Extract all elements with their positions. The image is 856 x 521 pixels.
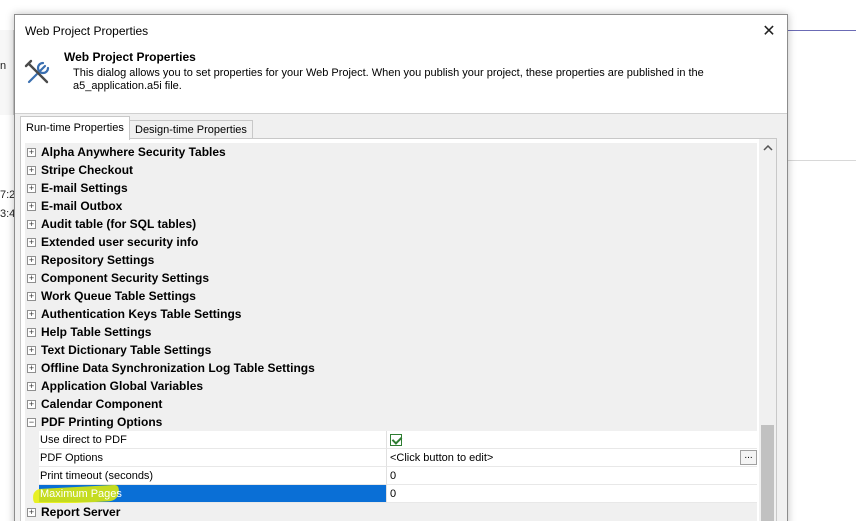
category-email-outbox[interactable]: + E-mail Outbox (25, 197, 757, 215)
grid-indent (25, 431, 39, 449)
property-print-timeout[interactable]: Print timeout (seconds) 0 (25, 467, 757, 485)
category-calendar-component[interactable]: + Calendar Component (25, 395, 757, 413)
category-help-table-settings[interactable]: + Help Table Settings (25, 323, 757, 341)
category-label: PDF Printing Options (41, 415, 163, 429)
scroll-up-button[interactable] (759, 139, 776, 156)
property-value (387, 431, 757, 449)
header-description: This dialog allows you to set properties… (73, 67, 704, 92)
category-label: Calendar Component (41, 397, 163, 411)
dialog-header: Web Project Properties This dialog allow… (15, 46, 787, 114)
print-timeout-value[interactable]: 0 (387, 467, 757, 485)
chevron-up-icon (762, 144, 773, 151)
category-label: Stripe Checkout (41, 163, 134, 177)
background-divider (787, 160, 856, 161)
maximum-pages-value[interactable]: 0 (387, 485, 757, 503)
scrollbar-thumb[interactable] (761, 425, 774, 521)
category-audit-table[interactable]: + Audit table (for SQL tables) (25, 215, 757, 233)
dialog-titlebar[interactable]: Web Project Properties ✕ (15, 15, 787, 46)
category-stripe-checkout[interactable]: + Stripe Checkout (25, 161, 757, 179)
category-authentication-keys-table-settings[interactable]: + Authentication Keys Table Settings (25, 305, 757, 323)
category-label: E-mail Outbox (41, 199, 123, 213)
category-label: Work Queue Table Settings (41, 289, 196, 303)
close-icon: ✕ (762, 22, 776, 40)
close-button[interactable]: ✕ (751, 15, 787, 46)
collapse-icon[interactable]: − (27, 417, 36, 427)
expand-icon[interactable]: + (27, 345, 36, 355)
category-label: Authentication Keys Table Settings (41, 307, 242, 321)
expand-icon[interactable]: + (27, 327, 36, 337)
background-left-panel (0, 30, 14, 115)
property-pdf-options[interactable]: PDF Options <Click button to edit>... (25, 449, 757, 467)
category-application-global-variables[interactable]: + Application Global Variables (25, 377, 757, 395)
category-label: Application Global Variables (41, 379, 204, 393)
use-direct-to-pdf-checkbox[interactable] (390, 434, 402, 446)
tab-run-time-properties[interactable]: Run-time Properties (20, 116, 130, 140)
property-use-direct-to-pdf[interactable]: Use direct to PDF (25, 431, 757, 449)
expand-icon[interactable]: + (27, 273, 36, 283)
category-email-settings[interactable]: + E-mail Settings (25, 179, 757, 197)
property-name: Maximum Pages (32, 484, 387, 506)
property-value: <Click button to edit>... (387, 449, 757, 467)
property-name: Use direct to PDF (39, 431, 387, 449)
category-alpha-anywhere-security-tables[interactable]: + Alpha Anywhere Security Tables (25, 143, 757, 161)
category-pdf-printing-options[interactable]: − PDF Printing Options (25, 413, 757, 431)
expand-icon[interactable]: + (27, 237, 36, 247)
pdf-options-value: <Click button to edit> (390, 452, 494, 464)
category-label: Offline Data Synchronization Log Table S… (41, 361, 315, 375)
vertical-scrollbar[interactable] (759, 139, 776, 521)
tools-icon (24, 59, 50, 84)
property-maximum-pages[interactable]: Maximum Pages 0 (25, 484, 757, 506)
expand-icon[interactable]: + (27, 399, 36, 409)
category-label: Alpha Anywhere Security Tables (41, 145, 226, 159)
expand-icon[interactable]: + (27, 201, 36, 211)
expand-icon[interactable]: + (27, 507, 36, 517)
property-grid-panel: + Alpha Anywhere Security Tables + Stripe … (20, 138, 777, 521)
category-work-queue-table-settings[interactable]: + Work Queue Table Settings (25, 287, 757, 305)
category-text-dictionary-table-settings[interactable]: + Text Dictionary Table Settings (25, 341, 757, 359)
category-label: Report Server (41, 505, 121, 519)
category-label: Component Security Settings (41, 271, 210, 285)
expand-icon[interactable]: + (27, 363, 36, 373)
background-text-fragment: n (0, 60, 7, 72)
expand-icon[interactable]: + (27, 381, 36, 391)
web-project-properties-dialog: Web Project Properties ✕ Web Project Pro… (14, 14, 788, 521)
category-label: Text Dictionary Table Settings (41, 343, 212, 357)
category-label: Extended user security info (41, 235, 199, 249)
category-label: E-mail Settings (41, 181, 128, 195)
expand-icon[interactable]: + (27, 165, 36, 175)
category-label: Audit table (for SQL tables) (41, 217, 197, 231)
category-label: Help Table Settings (41, 325, 152, 339)
category-repository-settings[interactable]: + Repository Settings (25, 251, 757, 269)
background-divider (787, 30, 856, 31)
header-title: Web Project Properties (64, 50, 196, 64)
tab-design-time-properties[interactable]: Design-time Properties (129, 120, 253, 139)
category-component-security-settings[interactable]: + Component Security Settings (25, 269, 757, 287)
pdf-options-edit-button[interactable]: ... (740, 450, 757, 465)
property-name: PDF Options (39, 449, 387, 467)
category-label: Repository Settings (41, 253, 155, 267)
expand-icon[interactable]: + (27, 291, 36, 301)
grid-indent (25, 449, 39, 467)
property-name: Print timeout (seconds) (39, 467, 387, 485)
expand-icon[interactable]: + (27, 147, 36, 157)
category-report-server[interactable]: + Report Server (25, 503, 757, 521)
dialog-title: Web Project Properties (25, 24, 149, 38)
maximum-pages-label: Maximum Pages (40, 488, 122, 500)
expand-icon[interactable]: + (27, 219, 36, 229)
grid-indent (25, 467, 39, 485)
expand-icon[interactable]: + (27, 309, 36, 319)
expand-icon[interactable]: + (27, 255, 36, 265)
expand-icon[interactable]: + (27, 183, 36, 193)
category-offline-data-sync-log-table-settings[interactable]: + Offline Data Synchronization Log Table … (25, 359, 757, 377)
category-extended-user-security-info[interactable]: + Extended user security info (25, 233, 757, 251)
property-grid: + Alpha Anywhere Security Tables + Stripe … (25, 143, 757, 521)
